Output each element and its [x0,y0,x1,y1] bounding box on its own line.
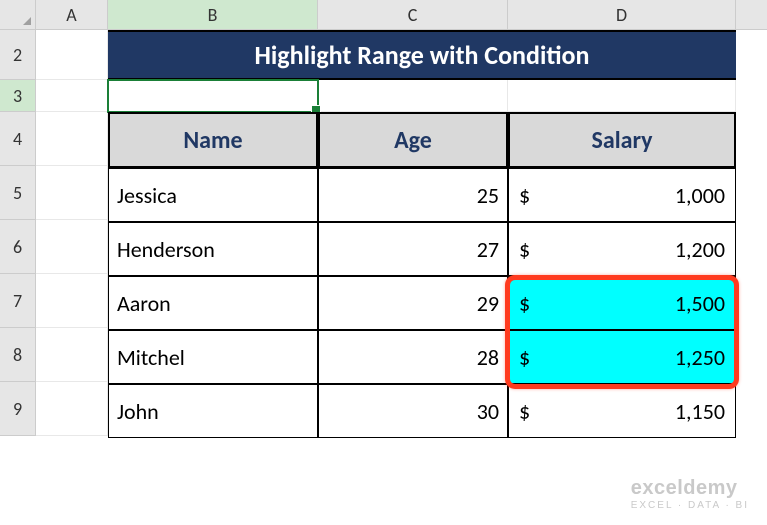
cell-A6[interactable] [36,220,108,274]
header-salary[interactable]: Salary [508,112,736,168]
cell-name[interactable]: John [108,384,318,438]
cell-C3[interactable] [318,80,508,112]
row-header-7[interactable]: 7 [0,274,36,328]
watermark: exceldemy EXCEL · DATA · BI [631,477,749,511]
salary-value: 1,250 [675,344,725,371]
cell-salary[interactable]: $ 1,200 [508,222,736,276]
currency-symbol: $ [519,290,530,317]
row-header-4[interactable]: 4 [0,112,36,166]
cell-A3[interactable] [36,80,108,112]
cell-A4[interactable] [36,112,108,166]
table-row: Jessica 25 $ 1,000 [108,168,736,222]
cell-B3[interactable] [108,80,318,112]
spreadsheet-view: A B C D 2 3 4 5 6 [0,0,767,525]
cell-name[interactable]: Aaron [108,276,318,330]
cell-salary[interactable]: $ 1,000 [508,168,736,222]
cell-age[interactable]: 28 [318,330,508,384]
header-age[interactable]: Age [318,112,508,168]
cell-A2[interactable] [36,30,108,80]
title-text: Highlight Range with Condition [255,39,590,71]
salary-value: 1,200 [675,236,725,263]
row-header-5[interactable]: 5 [0,166,36,220]
watermark-brand: exceldemy [631,477,749,500]
table-row: Aaron 29 $ 1,500 [108,276,736,330]
cell-name[interactable]: Jessica [108,168,318,222]
cell-name[interactable]: Mitchel [108,330,318,384]
table-row: Henderson 27 $ 1,200 [108,222,736,276]
col-header-C[interactable]: C [318,0,508,29]
currency-symbol: $ [519,236,530,263]
cell-D3[interactable] [508,80,736,112]
watermark-tagline: EXCEL · DATA · BI [631,500,749,511]
cell-age[interactable]: 25 [318,168,508,222]
currency-symbol: $ [519,344,530,371]
cell-salary-highlighted[interactable]: $ 1,250 [508,330,736,384]
salary-value: 1,000 [675,182,725,209]
cell-name[interactable]: Henderson [108,222,318,276]
cell-A9[interactable] [36,382,108,436]
cell-salary-highlighted[interactable]: $ 1,500 [508,276,736,330]
header-name[interactable]: Name [108,112,318,168]
table-row: John 30 $ 1,150 [108,384,736,438]
cell-A5[interactable] [36,166,108,220]
title-merged-cell[interactable]: Highlight Range with Condition [108,30,736,80]
cell-A7[interactable] [36,274,108,328]
cell-A8[interactable] [36,328,108,382]
table-row: Mitchel 28 $ 1,250 [108,330,736,384]
data-table: Name Age Salary Jessica 25 $ 1,000 Hende… [108,112,736,438]
salary-value: 1,150 [675,398,725,425]
column-headers: A B C D [0,0,767,30]
col-header-D[interactable]: D [508,0,736,29]
select-all-corner[interactable] [0,0,36,30]
cell-age[interactable]: 29 [318,276,508,330]
salary-value: 1,500 [675,290,725,317]
currency-symbol: $ [519,398,530,425]
row-header-9[interactable]: 9 [0,382,36,436]
row-header-2[interactable]: 2 [0,30,36,80]
col-header-B[interactable]: B [108,0,318,29]
cell-age[interactable]: 30 [318,384,508,438]
col-header-A[interactable]: A [36,0,108,29]
row-header-3[interactable]: 3 [0,80,36,112]
cell-salary[interactable]: $ 1,150 [508,384,736,438]
cell-age[interactable]: 27 [318,222,508,276]
row-header-6[interactable]: 6 [0,220,36,274]
row-header-8[interactable]: 8 [0,328,36,382]
currency-symbol: $ [519,182,530,209]
